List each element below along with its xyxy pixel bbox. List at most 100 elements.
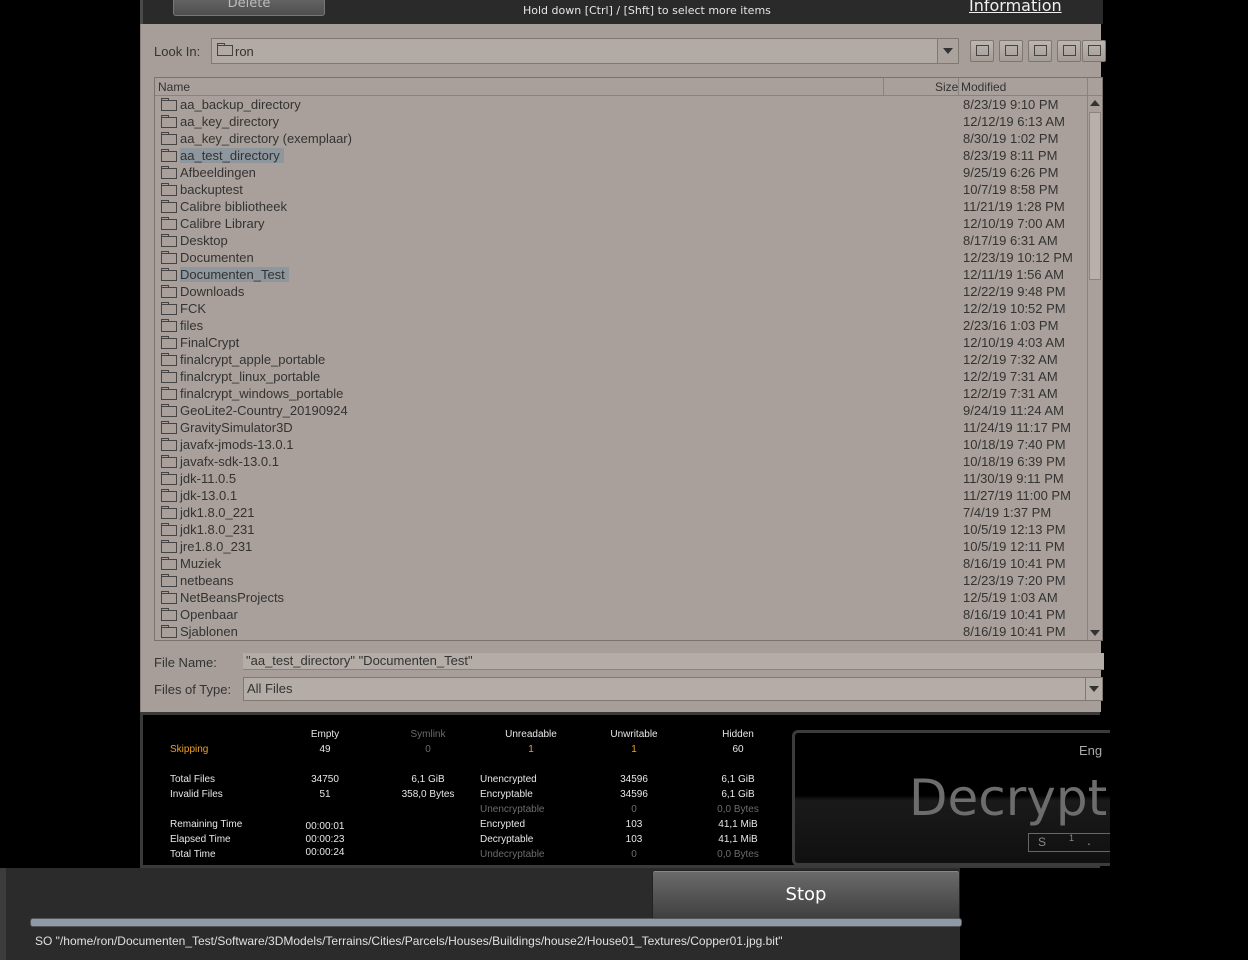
file-row[interactable]: GeoLite2-Country_20190924 9/24/19 11:24 A… — [155, 402, 1085, 419]
file-row[interactable]: netbeans 12/23/19 7:20 PM — [155, 572, 1085, 589]
file-row[interactable]: Documenten_Test 12/11/19 1:56 AM — [155, 266, 1085, 283]
file-row[interactable]: aa_key_directory (exemplaar) 8/30/19 1:02… — [155, 130, 1085, 147]
folder-icon — [217, 43, 233, 56]
scroll-up-icon[interactable] — [1090, 100, 1100, 106]
remaining-time: 00:00:01 — [305, 821, 345, 832]
delete-button[interactable]: Delete — [173, 0, 325, 16]
file-row[interactable]: Calibre bibliotheek 11/21/19 1:28 PM — [155, 198, 1085, 215]
file-name-input[interactable]: "aa_test_directory" "Documenten_Test" — [243, 653, 1104, 670]
file-row[interactable]: Afbeeldingen 9/25/19 6:26 PM — [155, 164, 1085, 181]
scroll-down-icon[interactable] — [1090, 630, 1100, 636]
up-one-level-button[interactable] — [970, 40, 994, 62]
file-row[interactable]: FinalCrypt 12/10/19 4:03 AM — [155, 334, 1085, 351]
file-row-modified: 8/17/19 6:31 AM — [963, 233, 1058, 248]
look-in-label: Look In: — [154, 44, 201, 59]
bottom-bar: Stop SO "/home/ron/Documenten_Test/Softw… — [0, 868, 962, 960]
invalid-files-size: 358,0 Bytes — [401, 789, 455, 800]
file-row[interactable]: backuptest 10/7/19 8:58 PM — [155, 181, 1085, 198]
file-row-modified: 12/11/19 1:56 AM — [963, 267, 1064, 282]
file-row-modified: 12/2/19 7:32 AM — [963, 352, 1058, 367]
information-link[interactable]: Information — [969, 0, 1062, 15]
total-files-count: 34750 — [311, 774, 339, 785]
header-empty: Empty — [310, 729, 340, 740]
folder-icon — [161, 234, 177, 247]
file-row-name: jre1.8.0_231 — [180, 539, 253, 554]
file-row[interactable]: files 2/23/16 1:03 PM — [155, 317, 1085, 334]
file-row[interactable]: Openbaar 8/16/19 10:41 PM — [155, 606, 1085, 623]
file-row[interactable]: jdk1.8.0_231 10/5/19 12:13 PM — [155, 521, 1085, 538]
file-row-name: Calibre Library — [180, 216, 265, 231]
total-files-size: 6,1 GiB — [411, 774, 445, 785]
undecryptable-count: 0 — [631, 849, 637, 860]
folder-icon — [161, 336, 177, 349]
file-row[interactable]: jdk1.8.0_221 7/4/19 1:37 PM — [155, 504, 1085, 521]
home-button[interactable] — [999, 40, 1023, 62]
chevron-down-icon[interactable] — [937, 39, 958, 63]
file-row[interactable]: jre1.8.0_231 10/5/19 12:11 PM — [155, 538, 1085, 555]
folder-icon — [161, 540, 177, 553]
unencryptable-label: Unencryptable — [480, 804, 545, 815]
file-row[interactable]: jdk-11.0.5 11/30/19 9:11 PM — [155, 470, 1085, 487]
statistics-panel: Empty Symlink Unreadable Unwritable Hidd… — [140, 712, 1110, 868]
file-row[interactable]: javafx-jmods-13.0.1 10/18/19 7:40 PM — [155, 436, 1085, 453]
unencrypted-count: 34596 — [620, 774, 648, 785]
file-row[interactable]: Desktop 8/17/19 6:31 AM — [155, 232, 1085, 249]
file-row-name: Afbeeldingen — [180, 165, 256, 180]
vertical-scrollbar[interactable] — [1087, 96, 1102, 640]
stop-button[interactable]: Stop — [652, 870, 960, 920]
folder-icon — [161, 455, 177, 468]
file-row[interactable]: FCK 12/2/19 10:52 PM — [155, 300, 1085, 317]
file-row-name: FCK — [180, 301, 206, 316]
folder-icon — [161, 523, 177, 536]
file-row[interactable]: Sjablonen 8/16/19 10:41 PM — [155, 623, 1085, 640]
file-row-modified: 12/22/19 9:48 PM — [963, 284, 1066, 299]
folder-icon — [161, 251, 177, 264]
file-row-name: netbeans — [180, 573, 234, 588]
header-hidden: Hidden — [722, 729, 754, 740]
column-modified[interactable]: Modified — [961, 80, 1006, 94]
file-row[interactable]: jdk-13.0.1 11/27/19 11:00 PM — [155, 487, 1085, 504]
file-row[interactable]: Documenten 12/23/19 10:12 PM — [155, 249, 1085, 266]
file-row-modified: 10/5/19 12:11 PM — [963, 539, 1065, 554]
file-row[interactable]: Muziek 8/16/19 10:41 PM — [155, 555, 1085, 572]
scroll-thumb[interactable] — [1089, 112, 1101, 280]
column-size[interactable]: Size — [935, 80, 958, 94]
invalid-files-count: 51 — [319, 789, 331, 800]
file-row-name: aa_test_directory — [180, 148, 284, 163]
file-row-name: finalcrypt_apple_portable — [180, 352, 326, 367]
file-row[interactable]: NetBeansProjects 12/5/19 1:03 AM — [155, 589, 1085, 606]
file-row-name: javafx-jmods-13.0.1 — [180, 437, 294, 452]
file-row[interactable]: aa_backup_directory 8/23/19 9:10 PM — [155, 96, 1085, 113]
file-row[interactable]: aa_test_directory 8/23/19 8:11 PM — [155, 147, 1085, 164]
unencrypted-size: 6,1 GiB — [721, 774, 755, 785]
total-time-label: Total Time — [170, 849, 216, 860]
file-row[interactable]: Downloads 12/22/19 9:48 PM — [155, 283, 1085, 300]
column-name[interactable]: Name — [158, 80, 190, 94]
file-row[interactable]: javafx-sdk-13.0.1 10/18/19 6:39 PM — [155, 453, 1085, 470]
list-view-button[interactable] — [1057, 40, 1081, 62]
file-row[interactable]: aa_key_directory 12/12/19 6:13 AM — [155, 113, 1085, 130]
file-row[interactable]: finalcrypt_linux_portable 12/2/19 7:31 AM — [155, 368, 1085, 385]
folder-icon — [161, 591, 177, 604]
file-row[interactable]: finalcrypt_windows_portable 12/2/19 7:31 … — [155, 385, 1085, 402]
folder-icon — [161, 302, 177, 315]
elapsed-time-label: Elapsed Time — [170, 834, 231, 845]
details-view-button[interactable] — [1082, 40, 1106, 62]
file-row-modified: 11/30/19 9:11 PM — [963, 471, 1064, 486]
decryptable-size: 41,1 MiB — [718, 834, 758, 845]
file-row[interactable]: GravitySimulator3D 11/24/19 11:17 PM — [155, 419, 1085, 436]
files-of-type-combo[interactable]: All Files — [243, 677, 1103, 701]
look-in-value: ron — [235, 44, 254, 59]
new-folder-button[interactable] — [1028, 40, 1052, 62]
file-row[interactable]: finalcrypt_apple_portable 12/2/19 7:32 AM — [155, 351, 1085, 368]
look-in-combo[interactable]: ron — [211, 38, 959, 64]
folder-icon — [161, 115, 177, 128]
file-list: Name Size Modified aa_backup_directory 8/… — [154, 77, 1103, 641]
folder-icon — [161, 183, 177, 196]
decryptable-label: Decryptable — [480, 834, 534, 845]
file-row[interactable]: Calibre Library 12/10/19 7:00 AM — [155, 215, 1085, 232]
files-of-type-label: Files of Type: — [154, 682, 232, 697]
folder-icon — [161, 472, 177, 485]
chevron-down-icon[interactable] — [1085, 678, 1102, 700]
file-row-name: javafx-sdk-13.0.1 — [180, 454, 279, 469]
